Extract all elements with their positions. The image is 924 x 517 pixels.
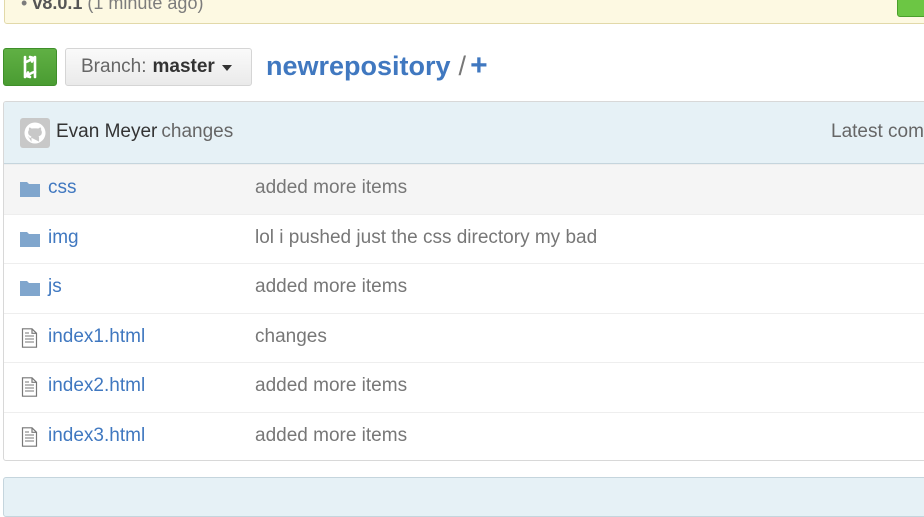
- table-row: js added more items: [4, 263, 924, 313]
- branch-prefix: Branch:: [81, 56, 147, 77]
- branch-name: master: [152, 56, 215, 77]
- folder-icon: [20, 231, 40, 247]
- file-link[interactable]: index3.html: [48, 425, 145, 447]
- file-commit-message[interactable]: lol i pushed just the css directory my b…: [255, 227, 597, 249]
- file-commit-message[interactable]: added more items: [255, 177, 407, 199]
- breadcrumb-separator: /: [458, 51, 467, 81]
- breadcrumb: newrepository / +: [266, 49, 488, 83]
- file-commit-message[interactable]: added more items: [255, 276, 407, 298]
- table-row: img lol i pushed just the css directory …: [4, 213, 924, 264]
- caret-down-icon: [221, 65, 232, 71]
- flash-banner: • v8.0.1 (1 minute ago): [4, 0, 924, 24]
- flash-time: (1 minute ago): [87, 0, 204, 13]
- file-icon: [21, 426, 38, 447]
- file-commit-message[interactable]: added more items: [255, 425, 407, 447]
- file-link[interactable]: index2.html: [48, 375, 145, 397]
- table-row: css added more items: [4, 164, 924, 214]
- file-icon: [21, 377, 38, 397]
- flash-version: v8.0.1: [32, 0, 83, 13]
- file-link[interactable]: img: [48, 227, 79, 249]
- latest-commit-label: Latest com: [831, 121, 924, 142]
- table-row: index3.html added more items: [4, 411, 924, 461]
- branch-select-button[interactable]: Branch: master: [65, 48, 252, 86]
- commit-tease: Evan Meyer changes Latest com: [4, 102, 924, 164]
- table-row: index2.html added more items: [4, 362, 924, 412]
- table-row: index1.html changes: [4, 312, 924, 363]
- file-table: Evan Meyer changes Latest com css added m…: [3, 101, 924, 461]
- github-octocat-icon: [24, 122, 46, 144]
- file-link[interactable]: index1.html: [48, 326, 145, 348]
- file-icon: [21, 327, 38, 348]
- folder-icon: [20, 281, 40, 296]
- file-link[interactable]: js: [48, 276, 62, 298]
- repo-name-link[interactable]: newrepository: [266, 51, 451, 81]
- avatar[interactable]: [20, 118, 50, 148]
- folder-icon: [20, 182, 40, 197]
- flash-action-button[interactable]: [897, 0, 924, 17]
- readme-header: [3, 477, 924, 517]
- file-commit-message[interactable]: changes: [255, 326, 327, 348]
- file-link[interactable]: css: [48, 177, 77, 199]
- file-commit-message[interactable]: added more items: [255, 375, 407, 397]
- commit-author[interactable]: Evan Meyer: [56, 121, 157, 142]
- compare-button[interactable]: [3, 48, 57, 86]
- tag-icon: •: [21, 0, 28, 13]
- compare-icon: [23, 55, 37, 79]
- add-file-button[interactable]: +: [470, 49, 488, 82]
- commit-message[interactable]: changes: [161, 121, 233, 142]
- file-navigation: Branch: master newrepository / +: [0, 46, 924, 88]
